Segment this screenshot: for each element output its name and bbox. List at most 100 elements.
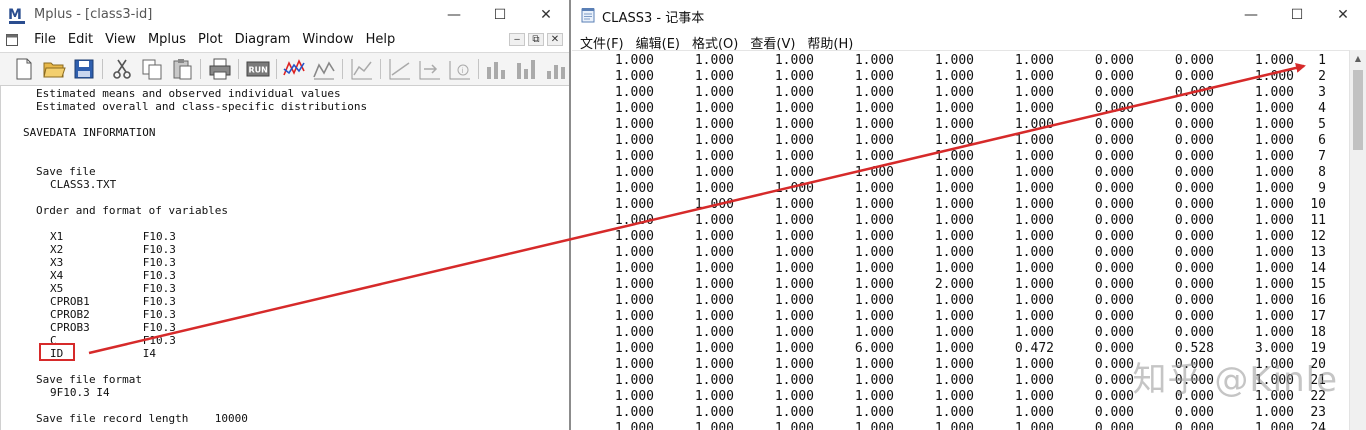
data-cell: 0.000 <box>1174 277 1214 292</box>
data-cell: 1.000 <box>614 245 654 260</box>
data-cell: 1.000 <box>1014 293 1054 308</box>
scrollbar-thumb[interactable] <box>1353 70 1363 150</box>
run-icon[interactable]: RUN <box>246 57 270 81</box>
mplus-titlebar[interactable]: M Mplus - [class3-id] — ☐ ✕ <box>0 0 569 30</box>
mdi-close-button[interactable]: ✕ <box>547 33 563 46</box>
paste-icon[interactable] <box>170 57 194 81</box>
plot5-icon[interactable] <box>418 57 442 81</box>
data-cell: 0.000 <box>1174 117 1214 132</box>
data-cell: 1.000 <box>1014 181 1054 196</box>
print-icon[interactable] <box>208 57 232 81</box>
cut-icon[interactable] <box>110 57 134 81</box>
output-line: CPROB2 F10.3 <box>50 308 176 321</box>
mplus-menu-view[interactable]: View <box>99 30 142 47</box>
mplus-minimize-button[interactable]: — <box>431 0 477 30</box>
notepad-menu-item[interactable]: 查看(V) <box>744 31 801 52</box>
mplus-logo-icon: M <box>8 7 25 24</box>
mdi-restore-button[interactable]: ⧉ <box>528 33 544 46</box>
data-cell: 0.000 <box>1094 405 1134 420</box>
new-file-icon[interactable] <box>12 57 36 81</box>
mplus-maximize-button[interactable]: ☐ <box>477 0 523 30</box>
data-cell: 1.000 <box>694 277 734 292</box>
data-cell: 1.000 <box>934 357 974 372</box>
plot9-icon[interactable] <box>544 57 568 81</box>
data-cell: 0.000 <box>1094 149 1134 164</box>
data-cell: 1.000 <box>1014 405 1054 420</box>
data-cell: 1.000 <box>694 149 734 164</box>
data-cell: 1.000 <box>1014 85 1054 100</box>
mplus-output-pane[interactable]: Estimated means and observed individual … <box>0 86 569 430</box>
plot4-icon[interactable] <box>388 57 412 81</box>
data-row: 1.000 1.000 1.000 1.000 1.000 1.000 0.000 0.000… <box>572 165 1352 181</box>
notepad-menu-item[interactable]: 编辑(E) <box>630 31 686 52</box>
data-cell: 1.000 <box>774 117 814 132</box>
plot6-icon[interactable]: i <box>448 57 472 81</box>
open-folder-icon[interactable] <box>42 57 66 81</box>
mplus-menu-plot[interactable]: Plot <box>192 30 229 47</box>
data-cell: 1.000 <box>614 133 654 148</box>
notepad-minimize-button[interactable]: — <box>1228 0 1274 30</box>
data-cell: 1.000 <box>1014 309 1054 324</box>
data-cell: 1.000 <box>854 373 894 388</box>
plot7-icon[interactable] <box>484 57 508 81</box>
data-cell: 0.000 <box>1094 213 1134 228</box>
data-cell: 0.000 <box>1174 293 1214 308</box>
output-line: Estimated means and observed individual … <box>36 87 341 100</box>
output-line: Save file record length 10000 <box>36 412 248 425</box>
data-row: 1.000 1.000 1.000 1.000 1.000 1.000 0.000 0.000… <box>572 149 1352 165</box>
data-cell: 0.000 <box>1174 85 1214 100</box>
data-cell: 1.000 <box>694 229 734 244</box>
output-line: 9F10.3 I4 <box>50 386 110 399</box>
copy-icon[interactable] <box>140 57 164 81</box>
mdi-minimize-button[interactable]: ‒ <box>509 33 525 46</box>
mplus-menu-diagram[interactable]: Diagram <box>229 30 297 47</box>
notepad-maximize-button[interactable]: ☐ <box>1274 0 1320 30</box>
data-cell: 1.000 <box>694 85 734 100</box>
data-cell: 1.000 <box>694 325 734 340</box>
mplus-menu-file[interactable]: File <box>28 30 62 47</box>
data-cell: 1.000 <box>614 325 654 340</box>
svg-text:i: i <box>462 67 464 75</box>
data-cell: 1.000 <box>694 421 734 430</box>
scroll-up-arrow-icon[interactable]: ▲ <box>1350 50 1366 67</box>
notepad-menu-item[interactable]: 格式(O) <box>686 31 744 52</box>
plot3-icon[interactable] <box>350 57 374 81</box>
plot2-icon[interactable] <box>312 57 336 81</box>
mplus-menu-edit[interactable]: Edit <box>62 30 99 47</box>
notepad-menu-item[interactable]: 文件(F) <box>574 31 630 52</box>
data-cell: 0.000 <box>1174 149 1214 164</box>
document-icon[interactable] <box>6 33 18 46</box>
data-cell: 1.000 <box>694 69 734 84</box>
data-cell: 1.000 <box>614 389 654 404</box>
mplus-menu-mplus[interactable]: Mplus <box>142 30 192 47</box>
data-cell: 1.000 <box>934 405 974 420</box>
data-cell: 1.000 <box>694 405 734 420</box>
data-cell: 1.000 <box>614 341 654 356</box>
data-cell: 1.000 <box>694 53 734 68</box>
mplus-menu-help[interactable]: Help <box>360 30 402 47</box>
data-cell: 1.000 <box>774 181 814 196</box>
data-cell: 1.000 <box>854 389 894 404</box>
data-cell: 1.000 <box>854 261 894 276</box>
data-cell: 1.000 <box>614 373 654 388</box>
data-cell: 1.000 <box>774 341 814 356</box>
data-cell: 1.000 <box>934 245 974 260</box>
data-cell: 1.000 <box>774 85 814 100</box>
notepad-close-button[interactable]: ✕ <box>1320 0 1366 30</box>
notepad-titlebar[interactable]: CLASS3 - 记事本 — ☐ ✕ <box>572 0 1366 30</box>
save-icon[interactable] <box>72 57 96 81</box>
data-cell: 1.000 <box>1014 389 1054 404</box>
mplus-close-button[interactable]: ✕ <box>523 0 569 30</box>
data-cell: 1.000 <box>854 69 894 84</box>
plot8-icon[interactable] <box>514 57 538 81</box>
notepad-menu-item[interactable]: 帮助(H) <box>801 31 859 52</box>
plot-icon[interactable] <box>282 57 306 81</box>
data-cell: 1.000 <box>614 69 654 84</box>
data-cell: 1.000 <box>934 309 974 324</box>
mplus-menu-window[interactable]: Window <box>296 30 359 47</box>
data-cell: 0.000 <box>1174 229 1214 244</box>
data-cell: 1.000 <box>854 165 894 180</box>
data-cell: 1.000 <box>774 165 814 180</box>
data-cell: 1.000 <box>854 325 894 340</box>
notepad-vertical-scrollbar[interactable]: ▲ <box>1349 50 1366 430</box>
